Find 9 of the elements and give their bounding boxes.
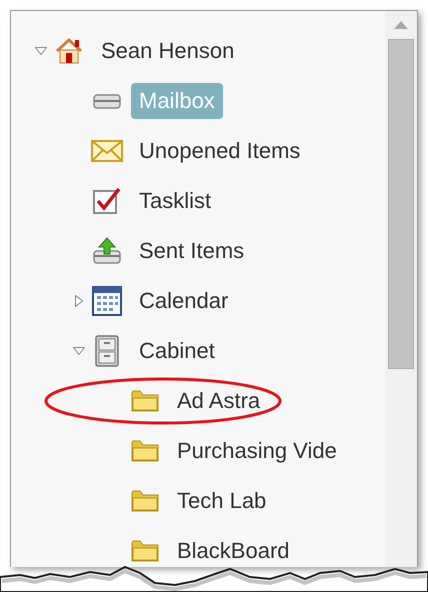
tree-item[interactable]: BlackBoard: [169, 536, 298, 566]
tree-item[interactable]: Tasklist: [131, 186, 220, 216]
tree-item[interactable]: Calendar: [131, 286, 236, 316]
tree-item[interactable]: Sean Henson: [93, 36, 242, 66]
tree-item[interactable]: Unopened Items: [131, 136, 308, 166]
tree-item[interactable]: Purchasing Vide: [169, 436, 345, 466]
tree-item[interactable]: Cabinet: [131, 336, 223, 366]
tree-item[interactable]: Sent Items: [131, 236, 252, 266]
tree-item[interactable]: Tech Lab: [169, 486, 274, 516]
